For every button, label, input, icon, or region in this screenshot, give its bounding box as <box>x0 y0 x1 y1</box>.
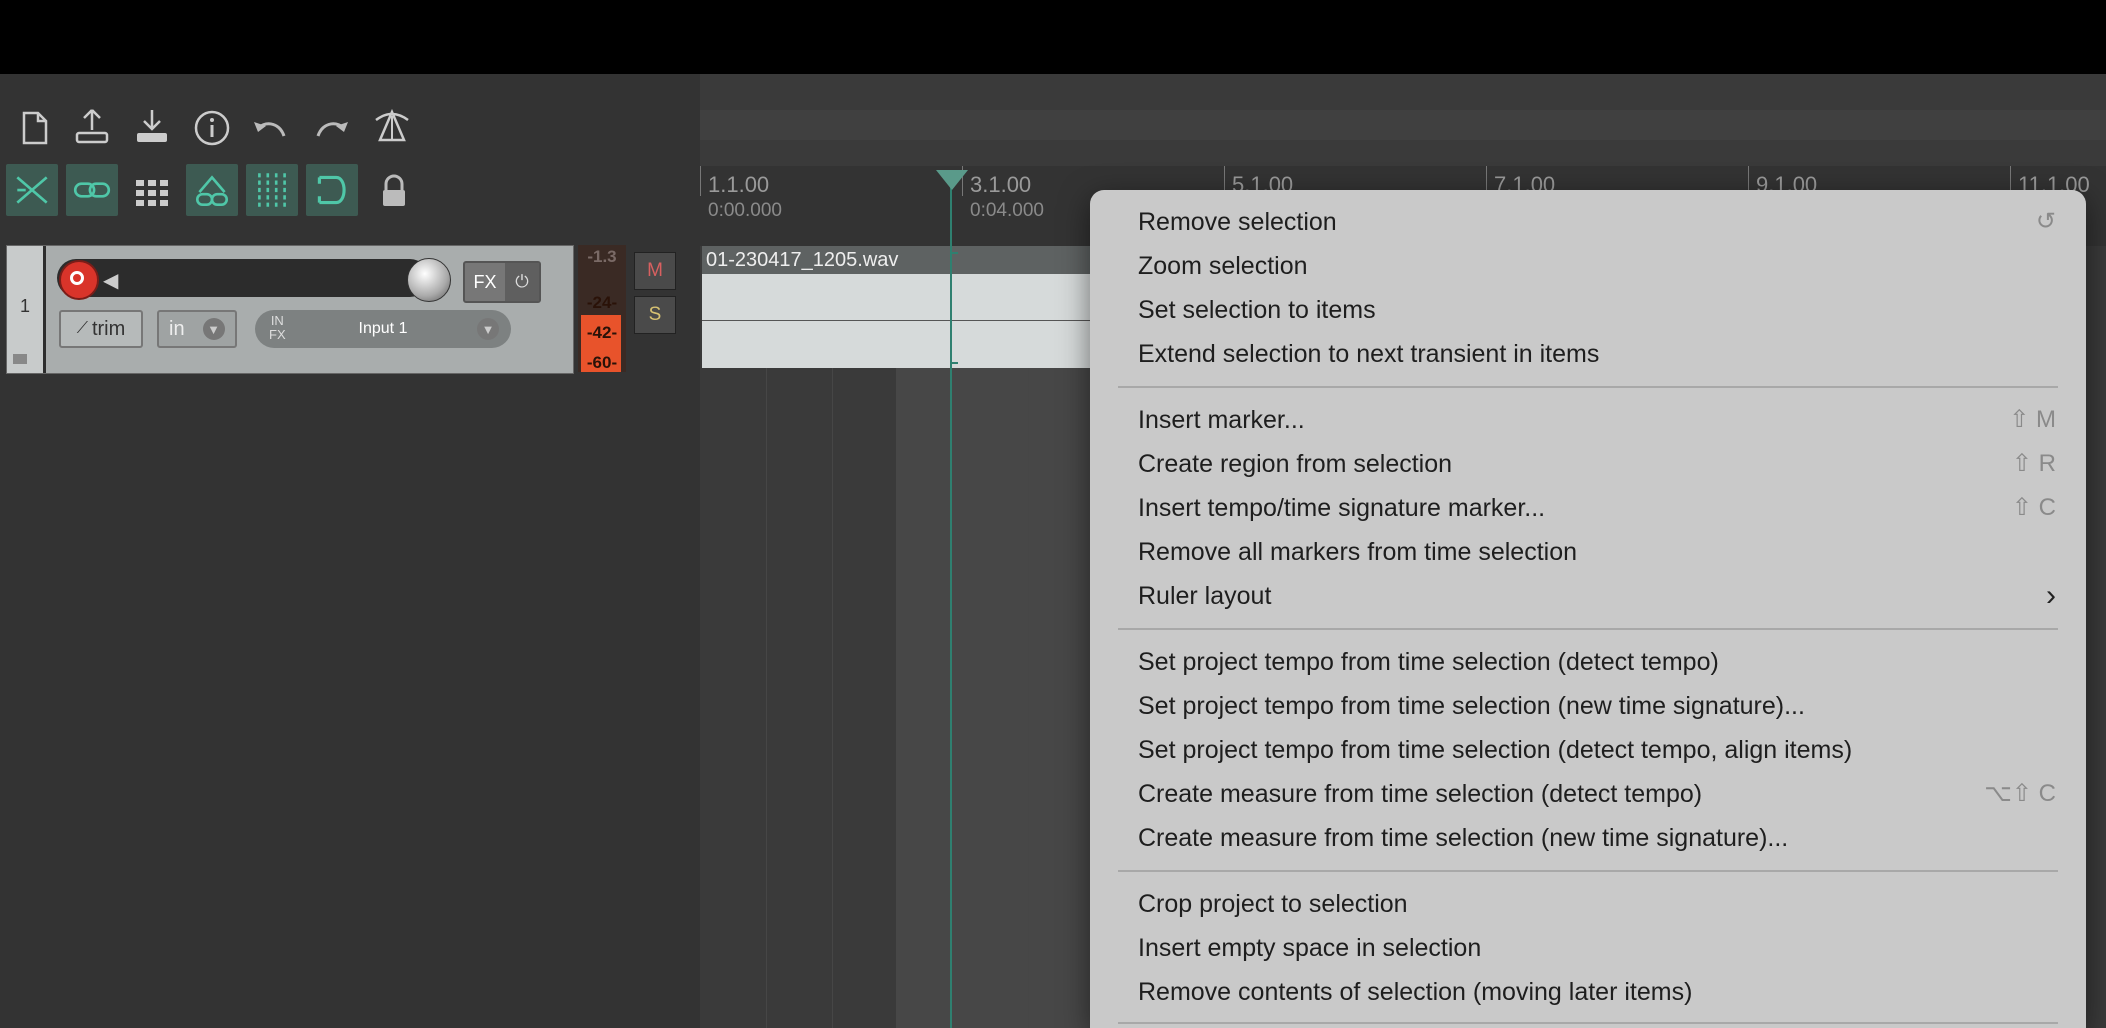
menu-item-remove-all-markers[interactable]: Remove all markers from time selection <box>1138 532 2056 572</box>
chevron-right-icon: › <box>2046 579 2056 612</box>
menu-item-label: Insert marker... <box>1138 406 1305 434</box>
menu-item-insert-tempo-marker[interactable]: Insert tempo/time signature marker... ⇧ C <box>1138 488 2056 528</box>
ruler-time-label: 0:04.000 <box>970 200 1044 221</box>
menu-item-label: Extend selection to next transient in it… <box>1138 340 1600 368</box>
new-file-icon[interactable] <box>12 106 56 150</box>
folder-icon[interactable] <box>13 354 27 364</box>
ripple-edit-icon[interactable] <box>6 164 58 216</box>
top-bar <box>0 0 2106 74</box>
menu-item-label: Zoom selection <box>1138 252 1308 280</box>
menu-item-set-selection-to-items[interactable]: Set selection to items <box>1138 290 2056 330</box>
menu-item-remove-selection[interactable]: Remove selection ↺ <box>1138 202 2056 242</box>
menu-item-label: Ruler layout <box>1138 582 1272 610</box>
menu-item-shortcut: ⇧ R <box>2011 450 2056 477</box>
menu-item-extend-selection[interactable]: Extend selection to next transient in it… <box>1138 334 2056 374</box>
ruler-context-menu: Remove selection ↺ Zoom selection Set sel… <box>1090 190 2086 1028</box>
menu-item-remove-contents[interactable]: Remove contents of selection (moving lat… <box>1138 972 2056 1012</box>
info-icon[interactable] <box>190 106 234 150</box>
redo-icon[interactable] <box>310 106 354 150</box>
menu-item-label: Set project tempo from time selection (d… <box>1138 648 1719 676</box>
grid-lines-icon[interactable] <box>246 164 298 216</box>
menu-item-label: Insert tempo/time signature marker... <box>1138 494 1546 522</box>
fx-label: FX <box>473 271 497 292</box>
ruler-time-label: 0:00.000 <box>708 200 782 221</box>
menu-item-shortcut: ⇧ C <box>2011 494 2056 521</box>
menu-item-label: Remove contents of selection (moving lat… <box>1138 978 1693 1006</box>
lock-icon[interactable] <box>372 170 416 214</box>
loop-icon[interactable] <box>306 164 358 216</box>
track-control-panel[interactable]: 1 ◀ FX ⏻ ⟋ trim in ▼ Input 1 IN FX ▼ <box>6 245 574 374</box>
meter-scale-label: -60- <box>586 353 618 372</box>
menu-item-insert-marker[interactable]: Insert marker... ⇧ M <box>1138 400 2056 440</box>
menu-item-zoom-selection[interactable]: Zoom selection <box>1138 246 2056 286</box>
metronome-icon[interactable] <box>370 104 414 148</box>
input-label: Input 1 <box>358 320 408 337</box>
infx-label-line2: FX <box>269 327 286 342</box>
trim-label: trim <box>91 317 126 340</box>
open-project-icon[interactable] <box>70 104 114 148</box>
menu-separator <box>1118 1022 2058 1024</box>
waveform <box>702 320 1092 321</box>
menu-item-label: Create region from selection <box>1138 450 1453 478</box>
volume-knob[interactable] <box>407 258 451 302</box>
save-project-icon[interactable] <box>130 104 174 148</box>
menu-item-label: Set project tempo from time selection (d… <box>1138 736 1853 764</box>
meter-peak: -1.3 <box>587 247 617 266</box>
menu-item-label: Create measure from time selection (new … <box>1138 824 1789 852</box>
menu-separator <box>1118 628 2058 630</box>
menu-item-set-tempo-detect[interactable]: Set project tempo from time selection (d… <box>1138 642 2056 682</box>
solo-button[interactable]: S <box>634 296 676 334</box>
track-number: 1 <box>19 296 30 316</box>
grouping-icon[interactable] <box>66 164 118 216</box>
restore-icon: ↺ <box>2035 208 2056 235</box>
envelope-icon: ⟋ <box>76 320 88 337</box>
input-monitor-button[interactable]: in ▼ <box>157 310 237 348</box>
fx-bypass-icon[interactable]: ⏻ <box>505 263 539 301</box>
menu-item-label: Insert empty space in selection <box>1138 934 1482 962</box>
playhead-marker[interactable] <box>936 170 968 190</box>
menu-item-label: Remove selection <box>1138 208 1337 236</box>
chevron-down-icon[interactable]: ▼ <box>477 318 499 340</box>
menu-item-shortcut: ⌥⇧ C <box>1984 780 2056 807</box>
ruler-bar-label: 1.1.00 <box>708 172 770 197</box>
menu-item-shortcut: ⇧ M <box>2009 406 2056 433</box>
record-arm-button[interactable] <box>59 260 99 300</box>
menu-item-set-tempo-new-sig[interactable]: Set project tempo from time selection (n… <box>1138 686 2056 726</box>
snap-grid-icon[interactable] <box>130 170 174 214</box>
input-fx-button[interactable]: IN FX <box>269 314 286 342</box>
menu-item-insert-empty-space[interactable]: Insert empty space in selection <box>1138 928 2056 968</box>
input-select[interactable]: Input 1 <box>255 310 511 348</box>
menu-separator <box>1118 386 2058 388</box>
play-cursor <box>950 172 952 1028</box>
fx-button[interactable]: FX ⏻ <box>463 261 541 303</box>
meter-scale-label: -24- <box>586 293 618 312</box>
undo-icon[interactable] <box>248 106 292 150</box>
menu-item-label: Create measure from time selection (dete… <box>1138 780 1703 808</box>
menu-item-create-region[interactable]: Create region from selection ⇧ R <box>1138 444 2056 484</box>
track-meter[interactable]: -1.3 -24- -42- -60- <box>578 245 626 372</box>
menu-item-create-measure-detect[interactable]: Create measure from time selection (dete… <box>1138 774 2056 814</box>
mute-button[interactable]: M <box>634 252 676 290</box>
menu-item-label: Crop project to selection <box>1138 890 1408 918</box>
arrange-scrollbar[interactable] <box>700 110 2106 140</box>
main-toolbar <box>0 74 700 224</box>
ruler-bar-label: 3.1.00 <box>970 172 1032 197</box>
menu-item-crop-project[interactable]: Crop project to selection <box>1138 884 2056 924</box>
menu-item-label: Remove all markers from time selection <box>1138 538 1578 566</box>
menu-item-label: Set selection to items <box>1138 296 1376 324</box>
media-item-name: 01-230417_1205.wav <box>702 246 1092 274</box>
in-label: in <box>169 317 185 340</box>
menu-item-set-tempo-align[interactable]: Set project tempo from time selection (d… <box>1138 730 2056 770</box>
infx-label-line1: IN <box>270 313 284 328</box>
speaker-icon[interactable]: ◀ <box>103 268 118 293</box>
menu-separator <box>1118 870 2058 872</box>
meter-scale-label: -42- <box>586 323 618 342</box>
auto-crossfade-icon[interactable] <box>186 164 238 216</box>
chevron-down-icon: ▼ <box>202 318 225 340</box>
automation-trim-button[interactable]: ⟋ trim <box>59 310 143 348</box>
menu-item-label: Set project tempo from time selection (n… <box>1138 692 1805 720</box>
menu-item-create-measure-new-sig[interactable]: Create measure from time selection (new … <box>1138 818 2056 858</box>
menu-item-ruler-layout[interactable]: Ruler layout › <box>1138 576 2056 616</box>
